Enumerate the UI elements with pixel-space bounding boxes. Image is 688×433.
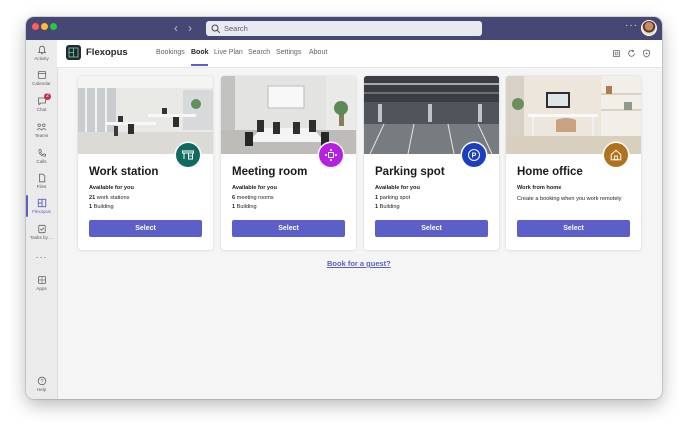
card-home-office: Home office Work from home Create a book… [506, 76, 641, 250]
chat-badge: 2 [44, 93, 51, 100]
rail-item-chat[interactable]: 2 Chat [26, 93, 57, 113]
meeting-icon [319, 143, 343, 167]
select-work-station-button[interactable]: Select [89, 220, 202, 237]
parking-icon: P [462, 143, 486, 167]
book-for-guest-link[interactable]: Book for a guest? [327, 259, 391, 268]
rail-item-files[interactable]: Files [26, 173, 57, 190]
card-title: Parking spot [375, 166, 445, 178]
select-meeting-room-button[interactable]: Select [232, 220, 345, 237]
file-icon [38, 173, 45, 183]
card-building-line: 1 Building [232, 204, 257, 210]
rail-label-tasks: Tasks by ... [30, 235, 53, 240]
desk-icon [176, 143, 200, 167]
tab-live-plan[interactable]: Live Plan [214, 49, 243, 56]
app-name: Flexopus [86, 47, 128, 58]
card-subtitle: Available for you [375, 185, 420, 191]
card-title: Work station [89, 166, 159, 178]
teams-window: ‹ › ··· Activity Calendar [26, 17, 662, 399]
count-label: parking spot [378, 195, 411, 201]
rail-label-flexopus: Flexopus [32, 209, 51, 214]
card-title: Home office [517, 166, 583, 178]
more-icon[interactable]: ··· [625, 20, 638, 31]
tab-settings[interactable]: Settings [276, 49, 301, 56]
building-label: Building [378, 204, 400, 210]
select-parking-spot-button[interactable]: Select [375, 220, 488, 237]
rail-item-help[interactable]: ? Help [26, 376, 57, 393]
tasks-icon [37, 224, 46, 234]
building-label: Building [235, 204, 257, 210]
tab-search[interactable]: Search [248, 49, 270, 56]
title-bar: ‹ › ··· [26, 17, 662, 40]
flexopus-icon [37, 198, 46, 208]
card-work-station: Work station Available for you 21 work s… [78, 76, 213, 250]
card-parking-spot: P Parking spot Available for you 1 parki… [364, 76, 499, 250]
calendar-icon [37, 71, 46, 79]
refresh-icon[interactable] [627, 49, 636, 58]
card-subtitle: Available for you [232, 185, 277, 191]
rail-label-chat: Chat [36, 107, 47, 112]
card-availability-line: 1 parking spot [375, 195, 410, 201]
rail-label-teams: Teams [34, 133, 49, 138]
user-avatar[interactable] [641, 20, 657, 36]
apps-icon [37, 276, 46, 284]
rail-item-flexopus[interactable]: Flexopus [26, 198, 57, 215]
help-icon: ? [37, 376, 46, 386]
search-input[interactable] [222, 24, 464, 33]
app-header: Flexopus Bookings Book Live Plan Search … [57, 40, 662, 68]
close-window-button[interactable] [32, 23, 39, 30]
rail-item-tasks[interactable]: Tasks by ... [26, 224, 57, 241]
tab-book[interactable]: Book [191, 49, 209, 56]
card-description: Create a booking when you work remotely [517, 196, 622, 202]
active-tab-indicator [191, 64, 208, 66]
rail-label-calls: Calls [36, 159, 47, 164]
parking-spot-image [364, 76, 499, 154]
more-apps-icon[interactable]: ··· [26, 252, 57, 262]
home-icon [604, 143, 628, 167]
minimize-window-button[interactable] [41, 23, 48, 30]
rail-item-activity[interactable]: Activity [26, 45, 57, 62]
zoom-window-button[interactable] [50, 23, 57, 30]
work-station-image [78, 76, 213, 154]
card-title: Meeting room [232, 166, 308, 178]
search-icon [211, 24, 221, 33]
phone-icon [38, 149, 46, 157]
rail-item-apps[interactable]: Apps [26, 275, 57, 292]
svg-text:P: P [472, 153, 477, 160]
tab-about[interactable]: About [309, 49, 327, 56]
meeting-room-image [221, 76, 356, 154]
card-subtitle: Available for you [89, 185, 134, 191]
rail-label-help: Help [36, 387, 47, 392]
card-building-line: 1 Building [89, 204, 114, 210]
rail-item-calendar[interactable]: Calendar [26, 70, 57, 87]
tab-bookings[interactable]: Bookings [156, 49, 185, 56]
shield-icon[interactable] [642, 49, 651, 58]
rail-label-calendar: Calendar [32, 81, 51, 86]
rail-label-apps: Apps [36, 286, 47, 291]
rail-item-calls[interactable]: Calls [26, 148, 57, 165]
search-box[interactable] [206, 21, 482, 36]
chevron-right-icon[interactable]: › [188, 21, 192, 35]
svg-text:?: ? [40, 379, 43, 385]
rail-label-activity: Activity [34, 56, 49, 61]
app-rail: Activity Calendar 2 Chat Teams Calls Fil… [26, 40, 58, 399]
card-meeting-room: Meeting room Available for you 6 meeting… [221, 76, 356, 250]
card-availability-line: 6 meeting rooms [232, 195, 274, 201]
bell-icon [37, 45, 46, 55]
popout-icon[interactable] [612, 49, 621, 58]
card-availability-line: 21 work stations [89, 195, 129, 201]
teams-icon [36, 123, 47, 131]
count-label: work stations [95, 195, 130, 201]
chevron-left-icon[interactable]: ‹ [174, 21, 178, 35]
home-office-image [506, 76, 641, 154]
rail-label-files: Files [36, 184, 47, 189]
card-subtitle: Work from home [517, 185, 562, 191]
card-building-line: 1 Building [375, 204, 400, 210]
count-label: meeting rooms [235, 195, 274, 201]
select-home-office-button[interactable]: Select [517, 220, 630, 237]
rail-item-teams[interactable]: Teams [26, 122, 57, 139]
building-label: Building [92, 204, 114, 210]
flexopus-logo [66, 45, 81, 60]
